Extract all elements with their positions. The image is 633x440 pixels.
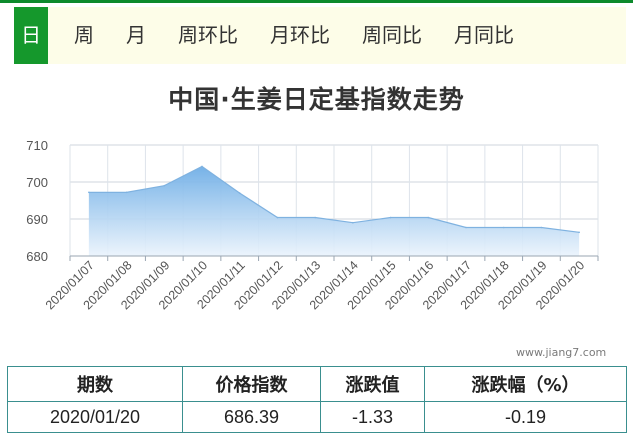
tab-week-year-on-year[interactable]: 周同比 — [346, 7, 438, 64]
top-accent-line — [0, 0, 633, 3]
chart-title: 中国·生姜日定基指数走势 — [168, 85, 465, 114]
data-point — [163, 184, 166, 187]
cell-change-value: -1.33 — [320, 401, 425, 433]
tab-month[interactable]: 月 — [110, 7, 162, 64]
header-period: 期数 — [7, 366, 183, 402]
site-watermark: www.jiang7.com — [516, 346, 607, 359]
data-point — [314, 216, 316, 219]
period-tab-bar: 日 周 月 周环比 月环比 周同比 月同比 — [14, 7, 626, 64]
index-trend-chart: 6806907007102020/01/072020/01/082020/01/… — [26, 138, 599, 312]
table-row: 2020/01/20 686.39 -1.33 -0.19 — [7, 401, 627, 433]
tab-month-year-on-year[interactable]: 月同比 — [438, 7, 530, 64]
header-price-index: 价格指数 — [182, 366, 321, 402]
data-point — [276, 216, 279, 219]
y-tick-label: 710 — [26, 138, 48, 153]
table-header-row: 期数 价格指数 涨跌值 涨跌幅（%） — [7, 366, 627, 402]
data-point — [352, 221, 354, 224]
data-point — [238, 192, 241, 194]
data-point — [201, 165, 203, 168]
header-change-value: 涨跌值 — [320, 366, 425, 402]
data-point — [465, 226, 467, 229]
tab-week[interactable]: 周 — [58, 7, 110, 64]
data-point — [88, 191, 90, 194]
cell-change-percent: -0.19 — [424, 401, 627, 433]
data-point — [125, 191, 128, 194]
tab-day[interactable]: 日 — [14, 7, 48, 64]
latest-index-table: 期数 价格指数 涨跌值 涨跌幅（%） 2020/01/20 686.39 -1.… — [7, 366, 627, 433]
cell-price-index: 686.39 — [182, 401, 321, 433]
data-point — [540, 226, 543, 229]
header-change-percent: 涨跌幅（%） — [424, 366, 627, 402]
tab-week-on-week[interactable]: 周环比 — [162, 7, 254, 64]
y-tick-label: 690 — [26, 212, 48, 227]
data-point — [427, 216, 430, 219]
cell-period: 2020/01/20 — [7, 401, 183, 433]
data-point — [389, 216, 392, 219]
tab-month-on-month[interactable]: 月环比 — [254, 7, 346, 64]
data-point — [578, 231, 580, 234]
data-point — [502, 226, 505, 229]
y-tick-label: 700 — [26, 175, 48, 190]
y-tick-label: 680 — [26, 249, 48, 264]
